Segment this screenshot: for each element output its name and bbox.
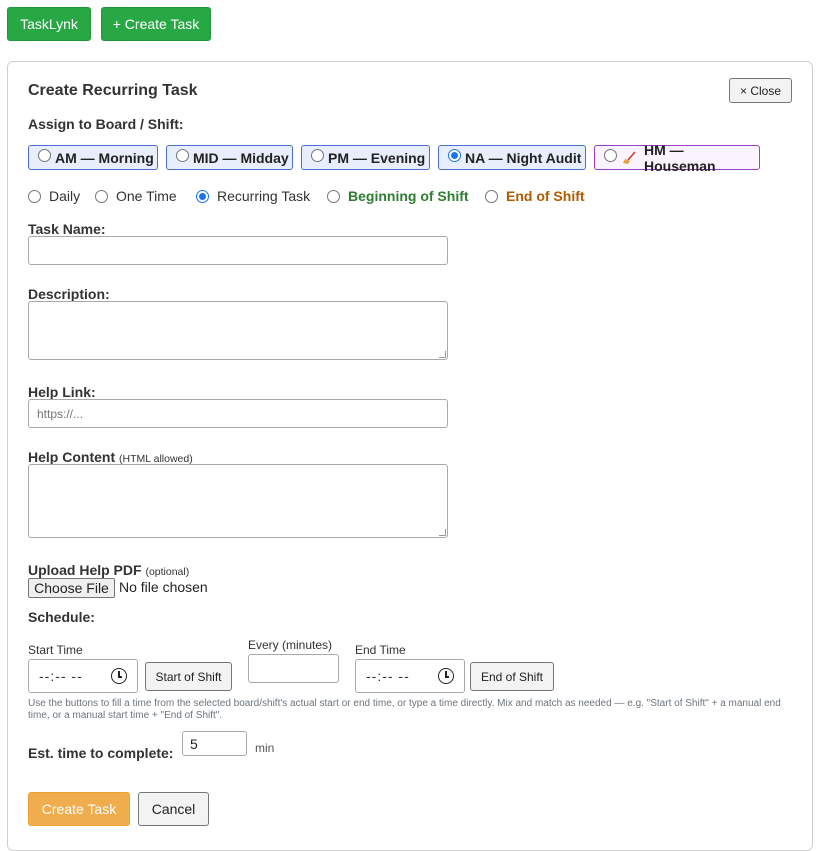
est-time-unit: min — [255, 741, 275, 755]
upload-label: Upload Help PDF (optional) — [28, 562, 189, 578]
radio-icon — [38, 148, 51, 162]
create-task-submit-button[interactable]: Create Task — [28, 792, 130, 826]
board-chip-na[interactable]: NA — Night Audit — [438, 145, 586, 170]
radio-icon — [176, 148, 189, 162]
board-chip-mid[interactable]: MID — Midday — [166, 145, 293, 170]
panel-title: Create Recurring Task — [28, 82, 198, 99]
assign-label: Assign to Board / Shift: — [28, 116, 184, 132]
est-time-label: Est. time to complete: — [28, 745, 174, 761]
create-task-panel: Create Recurring Task × Close Assign to … — [7, 61, 813, 851]
est-time-input[interactable]: 5 — [182, 731, 247, 756]
frequency-label: Daily — [49, 188, 81, 204]
help-content-textarea[interactable] — [28, 464, 448, 538]
board-label: HM — Houseman — [643, 141, 716, 174]
resize-handle-icon[interactable] — [439, 529, 446, 536]
description-textarea[interactable] — [28, 301, 448, 360]
frequency-label: Beginning of Shift — [348, 188, 469, 204]
start-time-input[interactable]: --:-- -- — [28, 659, 138, 693]
close-button[interactable]: × Close — [729, 78, 792, 103]
upload-label-text: Upload Help PDF — [28, 562, 142, 578]
frequency-recurring[interactable]: Recurring Task — [196, 188, 310, 204]
start-of-shift-button[interactable]: Start of Shift — [145, 662, 232, 691]
frequency-beginning-of-shift[interactable]: Beginning of Shift — [327, 188, 469, 204]
cancel-button[interactable]: Cancel — [138, 792, 209, 826]
radio-icon — [311, 148, 324, 162]
end-time-label: End Time — [355, 643, 406, 657]
frequency-label: End of Shift — [506, 188, 585, 204]
description-label: Description: — [28, 286, 110, 302]
help-link-label: Help Link: — [28, 384, 96, 400]
board-chip-am[interactable]: AM — Morning — [28, 145, 158, 170]
board-chip-hm[interactable]: HM — Houseman — [594, 142, 760, 174]
schedule-label: Schedule: — [28, 609, 95, 625]
frequency-end-of-shift[interactable]: End of Shift — [485, 188, 585, 204]
radio-selected-icon — [196, 189, 209, 203]
every-minutes-input[interactable] — [248, 654, 339, 683]
every-label: Every (minutes) — [248, 638, 333, 652]
radio-selected-icon — [448, 148, 461, 162]
board-chip-pm[interactable]: PM — Evening — [301, 145, 430, 170]
radio-icon — [95, 189, 108, 203]
board-label: NA — Night Audit — [465, 149, 582, 166]
no-file-text: No file chosen — [119, 579, 208, 595]
upload-note: (optional) — [145, 566, 190, 578]
radio-icon — [327, 189, 340, 203]
clock-icon[interactable] — [438, 668, 454, 684]
task-name-label: Task Name: — [28, 221, 106, 237]
broom-icon — [622, 151, 636, 164]
board-label: AM — Morning — [55, 149, 154, 166]
help-link-input[interactable]: https://... — [28, 399, 448, 428]
help-content-label: Help Content (HTML allowed) — [28, 449, 193, 465]
radio-icon — [485, 189, 498, 203]
brand-button[interactable]: TaskLynk — [7, 7, 91, 41]
board-label: MID — Midday — [193, 149, 289, 166]
radio-icon — [28, 189, 41, 203]
start-time-value: --:-- -- — [39, 668, 83, 684]
clock-icon[interactable] — [111, 668, 127, 684]
end-time-value: --:-- -- — [366, 668, 410, 684]
board-label: PM — Evening — [328, 149, 426, 166]
resize-handle-icon[interactable] — [439, 351, 446, 358]
frequency-daily[interactable]: Daily — [28, 188, 80, 204]
schedule-help-text: Use the buttons to fill a time from the … — [28, 698, 781, 721]
end-time-input[interactable]: --:-- -- — [355, 659, 465, 693]
radio-icon — [604, 148, 617, 162]
help-content-label-text: Help Content — [28, 449, 116, 465]
choose-file-button[interactable]: Choose File — [28, 578, 115, 598]
create-task-button[interactable]: + Create Task — [101, 7, 211, 41]
frequency-label: Recurring Task — [217, 188, 311, 204]
end-of-shift-button[interactable]: End of Shift — [470, 662, 554, 691]
task-name-input[interactable] — [28, 236, 448, 265]
start-time-label: Start Time — [28, 643, 83, 657]
frequency-label: One Time — [116, 188, 177, 204]
frequency-one-time[interactable]: One Time — [95, 188, 177, 204]
